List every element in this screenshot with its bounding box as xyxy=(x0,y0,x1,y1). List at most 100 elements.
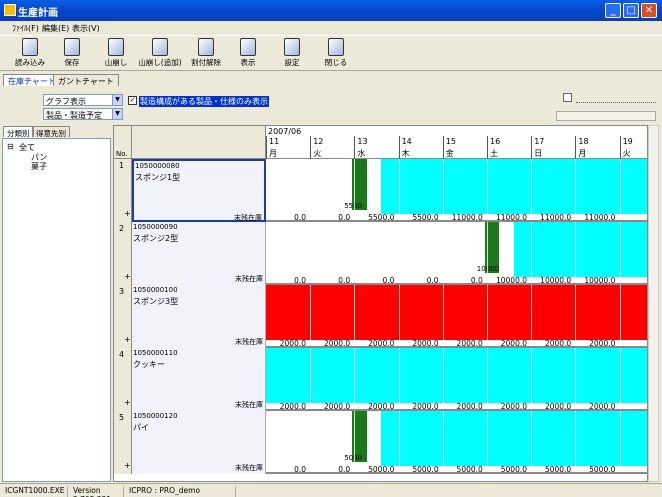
stock-value: 2000.0 xyxy=(323,402,351,411)
day-gridline xyxy=(354,222,356,277)
shortage-area xyxy=(266,285,647,340)
day-number: 19 xyxy=(622,137,633,146)
minimize-button[interactable]: _ xyxy=(605,3,621,18)
expand-row-icon[interactable]: + xyxy=(124,272,131,281)
stock-value: 0.0 xyxy=(426,276,439,285)
product-cell[interactable]: 1050000110 クッキー 末残在庫 xyxy=(132,348,266,411)
day-gridline xyxy=(531,222,533,277)
day-gridline xyxy=(398,159,400,214)
stock-value: 10 xyxy=(616,276,647,285)
day-gridline xyxy=(575,285,577,340)
zoom-slider[interactable] xyxy=(576,95,656,103)
status-session: ICPRO : PRO_demo xyxy=(126,486,236,497)
toolbar: 読み込み 保存 山崩し 山崩し(追加) 割付解除 表示 設定 閉じる xyxy=(0,35,662,71)
stock-value: 2000.0 xyxy=(589,339,616,348)
expand-icon[interactable]: ⊟ xyxy=(7,142,14,151)
stock-value: 2000.0 xyxy=(589,402,616,411)
date-header: 2007/06 11 月 12 火 13 水 14 木 15 金 16 土 17 日 18 月… xyxy=(266,126,647,159)
day-number: 18 xyxy=(578,137,589,146)
close-button[interactable]: ✕ xyxy=(641,3,657,18)
stock-value: 2000.0 xyxy=(279,402,306,411)
stock-label: 末残在庫 xyxy=(235,401,263,409)
level-button[interactable]: 山崩し xyxy=(94,38,138,70)
day-gridline xyxy=(442,348,444,403)
table-row[interactable]: 4 + 1050000110 クッキー 末残在庫 2000.0 2000.0 200… xyxy=(114,348,647,411)
row-number: 5 + xyxy=(114,411,132,474)
day-gridline xyxy=(310,222,312,277)
stock-value: 5 xyxy=(616,465,647,474)
tab-gantt-chart[interactable]: ガントチャート xyxy=(53,74,119,86)
menu-file[interactable]: ﾌｧｲﾙ(F) xyxy=(12,23,39,34)
stock-value: 0.0 xyxy=(338,465,351,474)
tab-customer[interactable]: 得意先別 xyxy=(32,126,70,138)
open-icon xyxy=(22,38,38,56)
production-label: 5000 xyxy=(344,454,363,462)
filter-checkbox[interactable]: ✓ xyxy=(128,96,137,105)
day-gridline xyxy=(398,222,400,277)
expand-row-icon[interactable]: + xyxy=(124,335,131,344)
table-row[interactable]: 5 + 1050000120 パイ 末残在庫 5000 0.0 0.0 5000.0 5… xyxy=(114,411,647,474)
product-cell[interactable]: 1050000090 スポンジ2型 末残在庫 xyxy=(132,222,266,285)
stock-value: 5000.0 xyxy=(456,465,483,474)
day-gridline xyxy=(531,159,533,214)
close-doc-button[interactable]: 閉じる xyxy=(314,38,358,70)
status-version: Version 2.705.221 xyxy=(70,486,124,497)
zoom-checkbox[interactable] xyxy=(563,93,572,102)
load-button[interactable]: 読み込み xyxy=(8,38,52,70)
day-gridline xyxy=(310,411,312,466)
settings-button[interactable]: 設定 xyxy=(270,38,314,70)
unassign-button[interactable]: 割付解除 xyxy=(184,38,228,70)
stock-value: 2 xyxy=(616,339,647,348)
stock-value: 2000.0 xyxy=(412,339,439,348)
stock-value: 2000.0 xyxy=(368,402,395,411)
expand-row-icon[interactable]: + xyxy=(124,398,131,407)
stock-value: 2000.0 xyxy=(456,339,483,348)
stock-value: 2000.0 xyxy=(279,339,306,348)
save-button[interactable]: 保存 xyxy=(50,38,94,70)
category-tree: ⊟ 全て パン 菓子 xyxy=(2,138,111,482)
day-column-header: 16 土 xyxy=(487,136,531,159)
day-gridline xyxy=(354,348,356,403)
level-icon xyxy=(108,38,124,56)
stock-value: 0.0 xyxy=(338,276,351,285)
day-gridline xyxy=(442,222,444,277)
product-name: スポンジ2型 xyxy=(133,234,179,243)
level-add-button[interactable]: 山崩し(追加) xyxy=(138,38,182,70)
display-mode-select[interactable]: グラフ表示 ▼ xyxy=(43,94,123,106)
tab-category[interactable]: 分類別 xyxy=(3,126,34,138)
expand-row-icon[interactable]: + xyxy=(124,209,131,218)
stock-value: 5000.0 xyxy=(589,465,616,474)
plan-type-select[interactable]: 製品・製造予定 ▼ xyxy=(43,108,123,120)
table-row[interactable]: 2 + 1050000090 スポンジ2型 末残在庫 10000 0.0 0.0 0.… xyxy=(114,222,647,285)
stock-value: 0.0 xyxy=(294,213,306,222)
vertical-scrollbar[interactable] xyxy=(648,125,659,482)
product-cell[interactable]: 1050000080 スポンジ1型 末残在庫 xyxy=(132,159,266,222)
product-cell[interactable]: 1050000120 パイ 末残在庫 xyxy=(132,411,266,474)
day-gridline xyxy=(575,159,577,214)
day-gridline xyxy=(487,159,488,214)
view-icon xyxy=(240,38,256,56)
day-gridline xyxy=(487,285,488,340)
expand-row-icon[interactable]: + xyxy=(124,461,131,470)
settings-icon xyxy=(284,38,300,56)
tree-item-sweets[interactable]: 菓子 xyxy=(31,161,47,172)
menu-view[interactable]: 表示(V) xyxy=(72,23,100,34)
stock-value: 0.0 xyxy=(294,465,306,474)
weekday: 火 xyxy=(313,149,322,158)
stock-value: 2000.0 xyxy=(412,402,439,411)
view-button[interactable]: 表示 xyxy=(226,38,270,70)
product-code: 1050000110 xyxy=(133,349,178,357)
table-row[interactable]: 3 + 1050000100 スポンジ3型 末残在庫 2000.0 2000.0 2… xyxy=(114,285,647,348)
product-name: スポンジ1型 xyxy=(135,173,181,182)
stock-value: 11000.0 xyxy=(540,213,572,222)
product-code: 1050000100 xyxy=(133,286,178,294)
day-number: 12 xyxy=(313,137,324,146)
maximize-button[interactable]: □ xyxy=(623,3,639,18)
menu-edit[interactable]: 編集(E) xyxy=(42,23,69,34)
stock-value: 2 xyxy=(616,402,647,411)
stock-value: 11000.0 xyxy=(451,213,483,222)
stock-chart-grid: No. 2007/06 11 月 12 火 13 水 14 木 15 金 16 土 17 日… xyxy=(113,125,648,482)
horizontal-scrollbar[interactable] xyxy=(556,111,656,121)
table-row[interactable]: 1 + 1050000080 スポンジ1型 末残在庫 5500 0.0 0.0 550… xyxy=(114,159,647,222)
product-cell[interactable]: 1050000100 スポンジ3型 末残在庫 xyxy=(132,285,266,348)
